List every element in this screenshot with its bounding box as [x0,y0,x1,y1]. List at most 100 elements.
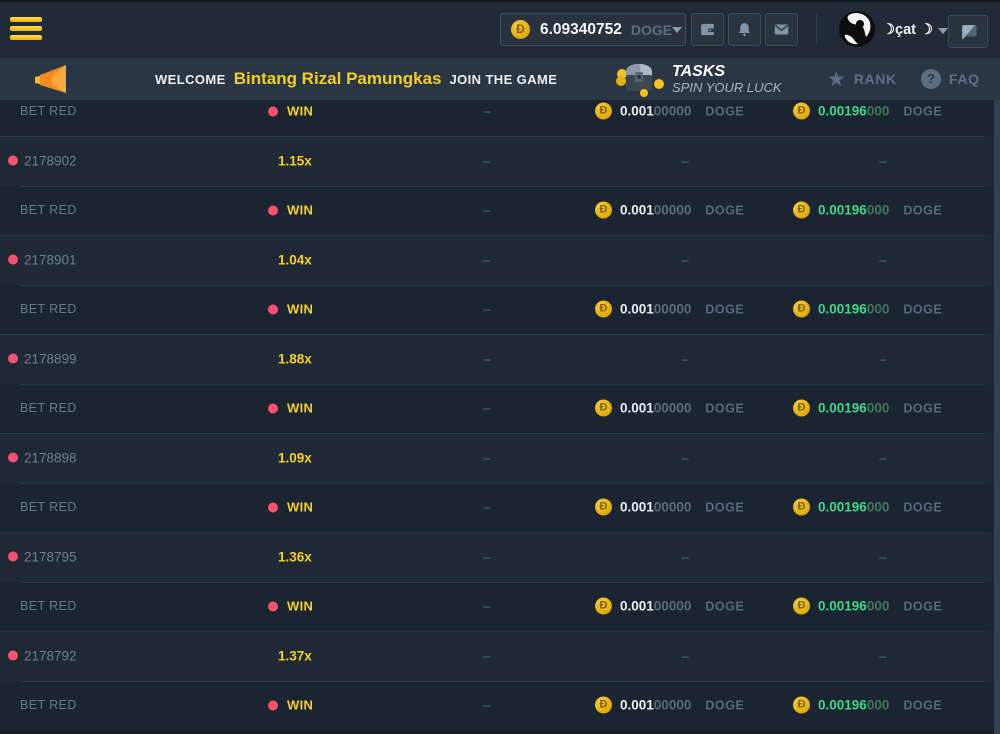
welcome-username: Bintang Rizal Pamungkas [234,69,442,89]
dash-placeholder: – [483,302,490,317]
profit-amount-zeros: 000 [867,203,890,218]
avatar-image [839,11,875,47]
messages-button[interactable] [765,13,798,46]
bet-amount: 0.00100000 [620,203,691,218]
bet-amount-main: 0.001 [620,401,654,416]
bet-amount-zeros: 00000 [654,203,692,218]
win-dot-icon [268,304,278,314]
bet-row[interactable]: 21787951.36x––– [0,532,1000,582]
bet-id: 2178901 [24,252,77,267]
bet-row[interactable]: 21789021.15x––– [0,136,1000,186]
empty-cell: – [874,648,892,663]
bet-type-cell: BET RED [20,698,77,712]
bet-amount-cell: Đ0.00100000DOGE [595,103,744,120]
bet-amount-zeros: 00000 [654,104,692,119]
result-row: BET REDWIN–Đ0.00100000DOGEĐ0.00196000DOG… [0,582,1000,632]
bet-row[interactable]: 21789011.04x––– [0,235,1000,285]
avatar[interactable] [839,11,875,47]
rank-nav-item[interactable]: ★ RANK [827,58,897,100]
empty-cell: – [478,549,496,564]
bet-amount-main: 0.001 [620,104,654,119]
dash-placeholder: – [483,500,490,515]
dash-placeholder: – [681,549,688,564]
currency-label: DOGE [903,302,942,316]
red-dot-icon [8,156,18,166]
win-dot-icon [268,205,278,215]
profit-amount: 0.00196000 [818,401,889,416]
currency-label: DOGE [705,203,744,217]
bet-amount: 0.00100000 [620,302,691,317]
profit-amount-main: 0.00196 [818,401,867,416]
profit-amount: 0.00196000 [818,500,889,515]
multiplier-cell: 1.88x [278,351,312,366]
bet-amount-cell: Đ 0.00100000 DOGE [595,202,744,219]
doge-coin-icon: Đ [793,697,810,714]
red-dot-icon [8,453,18,463]
multiplier-value: 1.09x [278,450,312,465]
result-row: BET REDWIN–Đ0.00100000DOGEĐ0.00196000DOG… [0,186,1000,236]
profit-amount-cell: Đ0.00196000DOGE [793,301,942,318]
profit-amount-cell: Đ0.00196000DOGE [793,697,942,714]
result-cell: WIN [268,104,313,119]
doge-coin-icon: Đ [595,202,612,219]
profit-amount: 0.00196000 [818,599,889,614]
wallet-icon [699,21,716,38]
result-row: BET REDWIN–Đ0.00100000DOGEĐ0.00196000DOG… [0,483,1000,533]
bets-table: BET REDWIN–Đ0.00100000DOGEĐ0.00196000DOG… [0,100,1000,730]
bet-amount-main: 0.001 [620,203,654,218]
notifications-button[interactable] [728,13,761,46]
doge-coin-icon: Đ [793,103,810,120]
doge-coin-icon: Đ [793,499,810,516]
dash-placeholder: – [483,104,490,119]
hamburger-menu-icon[interactable] [10,17,42,42]
profit-amount: 0.00196000 [818,203,889,218]
chevron-down-icon [672,27,682,33]
bet-row[interactable]: 21788991.88x––– [0,334,1000,384]
multiplier-value: 1.04x [278,252,312,267]
win-dot-icon [268,106,278,116]
balance-selector[interactable]: Đ 6.09340752 DOGE [500,13,686,46]
dash-placeholder: – [879,252,886,267]
faq-nav-item[interactable]: ? FAQ [921,58,980,100]
empty-cell: – [676,252,694,267]
mail-icon [773,21,790,38]
bell-icon [736,21,753,38]
bet-amount-zeros: 00000 [654,599,692,614]
user-chevron-down-icon[interactable] [938,28,948,34]
bet-row[interactable]: 21788981.09x––– [0,433,1000,483]
dash-placeholder: – [483,153,490,168]
result-cell: WIN [268,203,313,218]
empty-cell: – [478,351,496,366]
multiplier-cell: 1.09x [278,450,312,465]
wallet-button[interactable] [691,13,724,46]
bet-id: 2178898 [24,450,77,465]
doge-coin-icon: Đ [595,103,612,120]
chat-button[interactable] [948,15,988,48]
result-row: BET REDWIN–Đ0.00100000DOGEĐ0.00196000DOG… [0,100,1000,136]
chat-icon [959,22,978,41]
empty-cell: – [676,648,694,663]
profit-amount-main: 0.00196 [818,104,867,119]
profit-amount-main: 0.00196 [818,302,867,317]
bet-type-label: BET RED [20,203,77,217]
profit-amount-cell: Đ0.00196000DOGE [793,400,942,417]
welcome-suffix: JOIN THE GAME [450,72,558,87]
profit-amount-main: 0.00196 [818,698,867,713]
balance-amount: 6.09340752 [540,21,622,39]
doge-coin-icon: Đ [595,697,612,714]
profit-amount-cell: Đ0.00196000DOGE [793,202,942,219]
bet-type-label: BET RED [20,104,77,118]
multiplier-value: 1.36x [278,549,312,564]
tasks-nav-item[interactable]: TASKS SPIN YOUR LUCK [614,58,782,100]
bet-amount-cell: Đ0.00100000DOGE [595,499,744,516]
bet-id-cell: 2178899 [8,351,77,366]
multiplier-value: 1.15x [278,153,312,168]
faq-label: FAQ [949,71,980,87]
dash-placeholder: – [879,549,886,564]
scrollbar[interactable] [994,100,1000,734]
bet-row[interactable]: 21787921.37x––– [0,631,1000,681]
username-label[interactable]: ☽çat ☽ [882,22,933,38]
doge-coin-icon: Đ [793,301,810,318]
currency-label: DOGE [705,302,744,316]
bet-type-cell: BET RED [20,203,77,217]
